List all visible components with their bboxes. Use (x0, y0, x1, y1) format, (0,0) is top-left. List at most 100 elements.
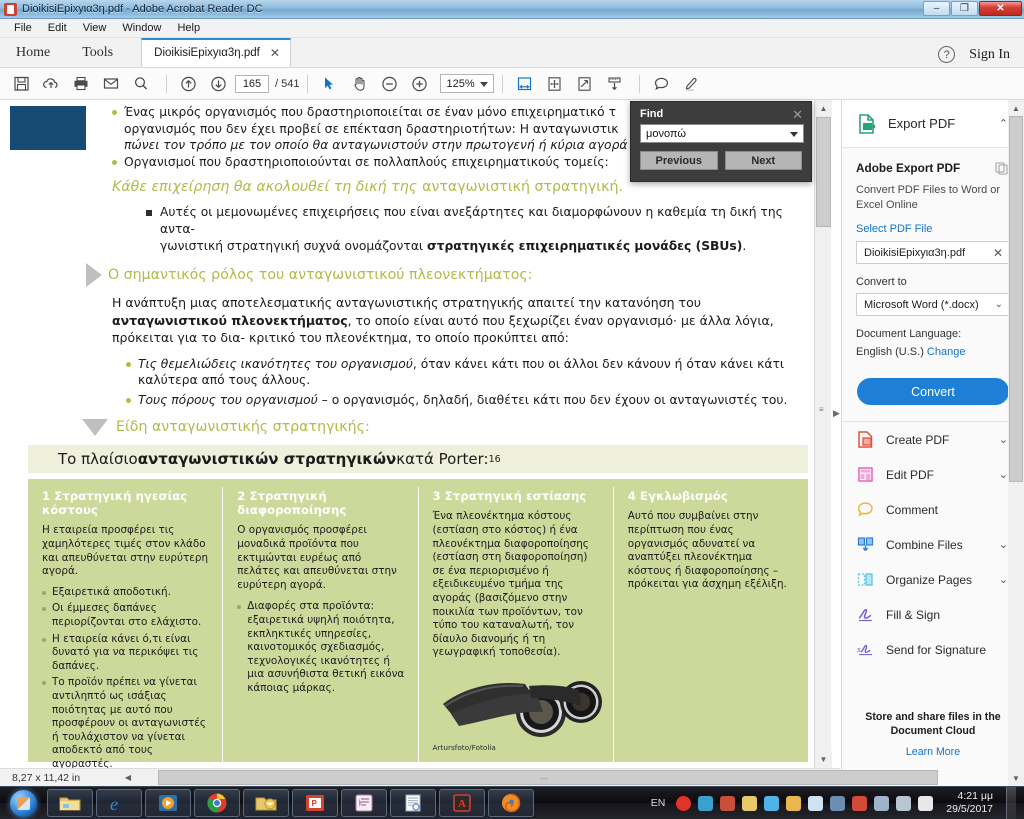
tab-document[interactable]: DioikisiEpixyια3η.pdf ✕ (141, 38, 292, 67)
tab-close-icon[interactable]: ✕ (270, 46, 280, 60)
fit-width-icon[interactable] (511, 71, 537, 97)
chevron-down-icon[interactable]: ⌄ (999, 573, 1008, 586)
sharing-icon[interactable] (720, 795, 736, 811)
close-button[interactable]: ✕ (979, 1, 1022, 16)
learn-more-link[interactable]: Learn More (842, 746, 1024, 758)
select-tool-icon[interactable] (316, 71, 342, 97)
expand-panel-caret-icon[interactable]: ▶ (833, 408, 840, 419)
upload-cloud-icon[interactable] (38, 71, 64, 97)
clock[interactable]: 4:21 μμ 29/5/2017 (946, 790, 993, 816)
taskbar-item-document-scan[interactable] (390, 789, 436, 817)
tool-edit-pdf[interactable]: Edit PDF ⌄ (842, 457, 1024, 492)
scroll-left-icon[interactable]: ◀ (120, 773, 136, 782)
taskbar-item-adobe-acrobat[interactable]: A (439, 789, 485, 817)
chevron-down-icon[interactable]: ⌄ (999, 468, 1008, 481)
menu-view[interactable]: View (75, 20, 115, 36)
chevron-down-icon[interactable]: ⌄ (999, 538, 1008, 551)
sign-in-button[interactable]: Sign In (969, 47, 1010, 63)
highlight-icon[interactable] (678, 71, 704, 97)
volume-icon[interactable] (896, 795, 912, 811)
help-icon[interactable]: ? (938, 46, 956, 63)
chevron-up-icon[interactable]: ⌃ (999, 117, 1008, 130)
find-close-icon[interactable]: ✕ (792, 107, 803, 123)
show-desktop-button[interactable] (1006, 786, 1016, 819)
taskbar-item-internet-explorer[interactable]: e (96, 789, 142, 817)
find-dialog[interactable]: Find ✕ μονοπώ Previous Next (630, 101, 812, 182)
zoom-level-select[interactable]: 125% (440, 74, 495, 93)
start-button[interactable] (2, 788, 44, 819)
previous-page-icon[interactable] (175, 71, 201, 97)
minimize-button[interactable]: – (923, 1, 950, 16)
tool-fill-and-sign[interactable]: Fill & Sign (842, 597, 1024, 632)
language-indicator[interactable]: EN (651, 797, 666, 809)
print-icon[interactable] (68, 71, 94, 97)
tool-combine-files[interactable]: Combine Files ⌄ (842, 527, 1024, 562)
bluetooth-icon[interactable] (808, 795, 824, 811)
change-language-link[interactable]: Change (927, 346, 966, 358)
save-icon[interactable] (8, 71, 34, 97)
sound-mute-icon[interactable] (830, 795, 846, 811)
scroll-down-icon[interactable]: ▼ (815, 751, 832, 768)
photo-icon[interactable] (764, 795, 780, 811)
find-next-button[interactable]: Next (724, 151, 802, 170)
right-panel-scrollbar[interactable]: ▲ ▼ (1008, 100, 1024, 786)
page-number-input[interactable]: 165 (235, 74, 269, 93)
network-icon[interactable] (698, 795, 714, 811)
tab-home[interactable]: Home (0, 41, 66, 67)
document-horizontal-scrollbar[interactable]: ◀ ⋯ (120, 769, 938, 786)
zoom-in-icon[interactable] (406, 71, 432, 97)
mail-icon[interactable] (742, 795, 758, 811)
menu-file[interactable]: File (6, 20, 40, 36)
clear-file-icon[interactable]: ✕ (993, 246, 1003, 260)
taskbar-item-firefox[interactable] (488, 789, 534, 817)
tab-tools[interactable]: Tools (66, 41, 129, 67)
taskbar-item-access[interactable] (341, 789, 387, 817)
document-viewer[interactable]: Ένας μικρός οργανισμός που δραστηριοποιε… (0, 100, 840, 768)
taskbar-item-media-player[interactable] (145, 789, 191, 817)
taskbar-item-google-chrome[interactable] (194, 789, 240, 817)
comment-icon[interactable] (648, 71, 674, 97)
scroll-up-icon[interactable]: ▲ (815, 100, 832, 117)
email-icon[interactable] (98, 71, 124, 97)
display-icon[interactable] (874, 795, 890, 811)
folder-icon[interactable] (786, 795, 802, 811)
menu-edit[interactable]: Edit (40, 20, 75, 36)
convert-format-select[interactable]: Microsoft Word (*.docx) ⌄ (856, 293, 1010, 316)
chevron-down-icon[interactable]: ⌄ (995, 299, 1003, 310)
chevron-down-icon[interactable]: ⌄ (999, 433, 1008, 446)
chevron-down-icon[interactable] (790, 132, 798, 137)
scroll-down-icon[interactable]: ▼ (1008, 770, 1024, 786)
tool-send-for-signature[interactable]: x Send for Signature (842, 632, 1024, 667)
taskbar-item-powerpoint[interactable]: P (292, 789, 338, 817)
menu-window[interactable]: Window (114, 20, 169, 36)
hand-tool-icon[interactable] (346, 71, 372, 97)
selected-file-field[interactable]: DioikisiEpixyια3η.pdf ✕ (856, 241, 1010, 264)
document-vertical-scrollbar[interactable]: ▲ ≡ ▼ (814, 100, 832, 768)
next-page-icon[interactable] (205, 71, 231, 97)
maximize-button[interactable]: ❐ (951, 1, 978, 16)
find-input[interactable]: μονοπώ (640, 124, 804, 143)
export-pdf-header[interactable]: Export PDF ⌃ (842, 100, 1024, 148)
pan-icon[interactable] (541, 71, 567, 97)
promo-text: Store and share files in the Document Cl… (865, 711, 1001, 737)
speaker-icon[interactable] (852, 795, 868, 811)
find-previous-button[interactable]: Previous (640, 151, 718, 170)
horizontal-scroll-thumb[interactable] (158, 770, 938, 785)
convert-button[interactable]: Convert (857, 378, 1009, 405)
tool-organize-pages[interactable]: Organize Pages ⌄ (842, 562, 1024, 597)
tool-create-pdf[interactable]: Create PDF ⌄ (842, 422, 1024, 457)
scroll-thumb[interactable] (816, 117, 831, 227)
search-icon[interactable] (128, 71, 154, 97)
tool-comment[interactable]: Comment (842, 492, 1024, 527)
zoom-out-icon[interactable] (376, 71, 402, 97)
scroll-up-icon[interactable]: ▲ (1008, 100, 1024, 116)
menu-help[interactable]: Help (169, 20, 208, 36)
taskbar-item-outlook[interactable] (243, 789, 289, 817)
flag-alert-icon[interactable] (918, 795, 934, 811)
taskbar-item-windows-explorer[interactable] (47, 789, 93, 817)
select-pdf-file-link[interactable]: Select PDF File (856, 223, 1010, 235)
scroll-mode-icon[interactable] (601, 71, 627, 97)
fit-page-icon[interactable] (571, 71, 597, 97)
scroll-thumb[interactable] (1009, 116, 1023, 482)
opera-icon[interactable] (676, 795, 692, 811)
